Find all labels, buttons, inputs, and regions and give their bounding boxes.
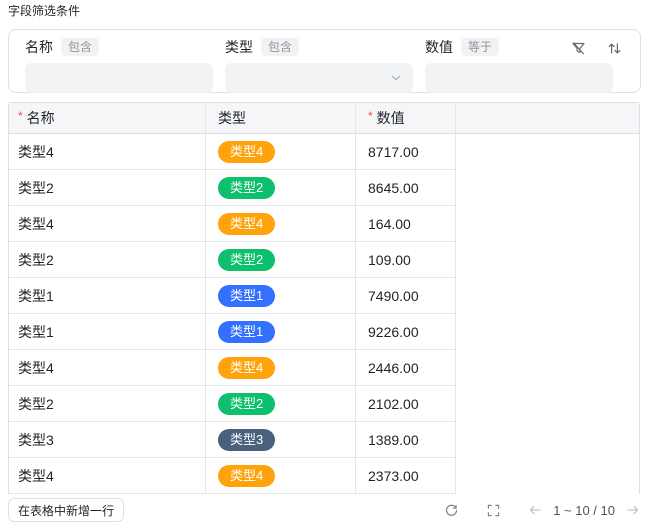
- column-header-empty: [456, 103, 639, 134]
- table-header: * 名称 类型 * 数值: [9, 103, 639, 134]
- cell-name[interactable]: 类型4: [9, 134, 206, 170]
- data-table: * 名称 类型 * 数值 类型4 类型4 8717.00 类型2 类型2 864…: [8, 102, 640, 494]
- cell-type[interactable]: 类型2: [206, 242, 356, 278]
- fullscreen-icon[interactable]: [485, 502, 501, 518]
- column-header-label: 名称: [26, 110, 55, 126]
- required-asterisk: *: [368, 109, 373, 123]
- table-row[interactable]: 类型2 类型2 109.00: [9, 242, 639, 278]
- refresh-icon[interactable]: [443, 502, 459, 518]
- cell-name[interactable]: 类型4: [9, 350, 206, 386]
- cell-name[interactable]: 类型2: [9, 386, 206, 422]
- table-row[interactable]: 类型3 类型3 1389.00: [9, 422, 639, 458]
- type-filter-select[interactable]: [225, 63, 413, 93]
- cell-type[interactable]: 类型2: [206, 170, 356, 206]
- type-badge[interactable]: 类型4: [218, 356, 276, 379]
- cell-name[interactable]: 类型1: [9, 278, 206, 314]
- filter-label-type: 类型: [225, 39, 253, 55]
- cell-empty: [456, 314, 639, 350]
- type-badge[interactable]: 类型2: [218, 392, 276, 415]
- cell-value[interactable]: 2446.00: [356, 350, 456, 386]
- next-page-icon[interactable]: [625, 502, 641, 518]
- cell-value[interactable]: 164.00: [356, 206, 456, 242]
- cell-name[interactable]: 类型2: [9, 242, 206, 278]
- cell-type[interactable]: 类型3: [206, 422, 356, 458]
- page-range-label: 1 ~ 10 / 10: [553, 502, 615, 518]
- cell-type[interactable]: 类型4: [206, 134, 356, 170]
- table-row[interactable]: 类型2 类型2 2102.00: [9, 386, 639, 422]
- cell-empty: [456, 458, 639, 494]
- type-badge[interactable]: 类型2: [218, 248, 276, 271]
- cell-empty: [456, 206, 639, 242]
- page-title: 字段筛选条件: [8, 4, 81, 18]
- cell-empty: [456, 422, 639, 458]
- cell-empty: [456, 350, 639, 386]
- table-row[interactable]: 类型1 类型1 9226.00: [9, 314, 639, 350]
- column-header-name: * 名称: [9, 103, 206, 134]
- cell-value[interactable]: 109.00: [356, 242, 456, 278]
- cell-value[interactable]: 2102.00: [356, 386, 456, 422]
- cell-name[interactable]: 类型2: [9, 170, 206, 206]
- chevron-down-icon: [389, 71, 403, 85]
- table-row[interactable]: 类型2 类型2 8645.00: [9, 170, 639, 206]
- cell-empty: [456, 242, 639, 278]
- required-asterisk: *: [18, 109, 23, 123]
- type-badge[interactable]: 类型3: [218, 428, 276, 451]
- cell-empty: [456, 134, 639, 170]
- value-filter-input[interactable]: [425, 63, 613, 93]
- cell-empty: [456, 170, 639, 206]
- filter-label-name: 名称: [25, 39, 53, 55]
- operator-tag-contains[interactable]: 包含: [261, 38, 300, 56]
- column-header-label: 类型: [218, 110, 246, 126]
- type-badge[interactable]: 类型4: [218, 212, 276, 235]
- cell-type[interactable]: 类型1: [206, 314, 356, 350]
- table-row[interactable]: 类型4 类型4 2446.00: [9, 350, 639, 386]
- column-header-value: * 数值: [356, 103, 456, 134]
- type-badge[interactable]: 类型1: [218, 284, 276, 307]
- cell-value[interactable]: 8645.00: [356, 170, 456, 206]
- cell-value[interactable]: 2373.00: [356, 458, 456, 494]
- add-row-button[interactable]: 在表格中新增一行: [8, 498, 125, 522]
- filter-field-type: 类型 包含: [225, 37, 413, 93]
- cell-value[interactable]: 1389.00: [356, 422, 456, 458]
- cell-type[interactable]: 类型4: [206, 350, 356, 386]
- cell-type[interactable]: 类型1: [206, 278, 356, 314]
- cell-name[interactable]: 类型4: [9, 206, 206, 242]
- cell-value[interactable]: 7490.00: [356, 278, 456, 314]
- type-badge[interactable]: 类型4: [218, 464, 276, 487]
- operator-tag-contains[interactable]: 包含: [61, 38, 100, 56]
- table-body: 类型4 类型4 8717.00 类型2 类型2 8645.00 类型4 类型4 …: [9, 134, 639, 494]
- cell-value[interactable]: 9226.00: [356, 314, 456, 350]
- type-badge[interactable]: 类型4: [218, 140, 276, 163]
- sort-icon[interactable]: [606, 40, 622, 56]
- cell-name[interactable]: 类型1: [9, 314, 206, 350]
- column-header-type: 类型: [206, 103, 356, 134]
- cell-type[interactable]: 类型4: [206, 206, 356, 242]
- type-badge[interactable]: 类型2: [218, 176, 276, 199]
- table-row[interactable]: 类型4 类型4 164.00: [9, 206, 639, 242]
- filter-field-name: 名称 包含: [25, 37, 213, 93]
- cell-type[interactable]: 类型2: [206, 386, 356, 422]
- table-row[interactable]: 类型4 类型4 2373.00: [9, 458, 639, 494]
- table-footer: 在表格中新增一行 1 ~ 10 / 10: [8, 498, 641, 522]
- table-row[interactable]: 类型1 类型1 7490.00: [9, 278, 639, 314]
- pagination: 1 ~ 10 / 10: [417, 502, 641, 518]
- cell-type[interactable]: 类型4: [206, 458, 356, 494]
- cell-value[interactable]: 8717.00: [356, 134, 456, 170]
- table-row[interactable]: 类型4 类型4 8717.00: [9, 134, 639, 170]
- filter-card: 名称 包含 类型 包含 数值 等于: [8, 29, 641, 93]
- operator-tag-equals[interactable]: 等于: [461, 38, 500, 56]
- cell-name[interactable]: 类型3: [9, 422, 206, 458]
- column-header-label: 数值: [376, 110, 405, 126]
- filter-label-value: 数值: [425, 39, 453, 55]
- prev-page-icon[interactable]: [527, 502, 543, 518]
- cell-empty: [456, 386, 639, 422]
- type-badge[interactable]: 类型1: [218, 320, 276, 343]
- cell-empty: [456, 278, 639, 314]
- clear-filter-icon[interactable]: [570, 40, 586, 56]
- cell-name[interactable]: 类型4: [9, 458, 206, 494]
- name-filter-input[interactable]: [25, 63, 213, 93]
